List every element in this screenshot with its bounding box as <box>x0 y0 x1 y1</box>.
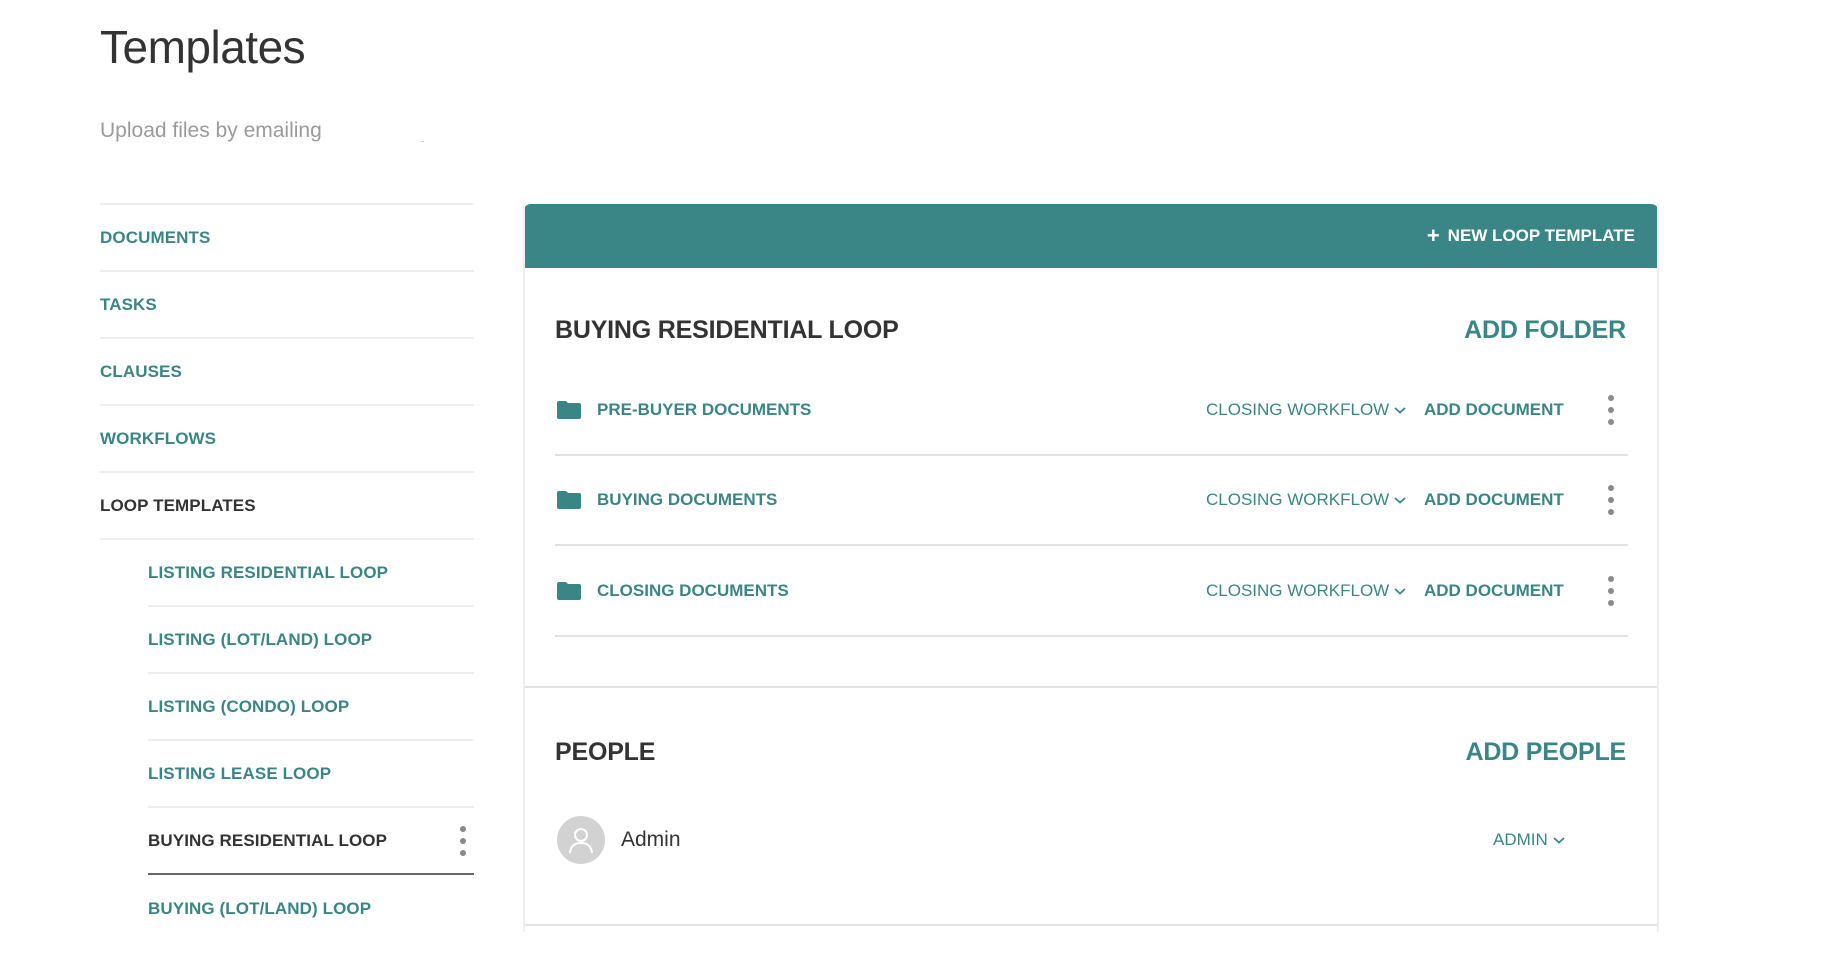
kebab-dot <box>1608 395 1614 401</box>
workflow-dropdown[interactable]: CLOSING WORKFLOW <box>1206 400 1407 420</box>
kebab-dot <box>460 849 466 856</box>
subtitle-email-remnant <box>421 141 424 142</box>
user-icon <box>569 828 593 854</box>
workflow-dropdown[interactable]: CLOSING WORKFLOW <box>1206 581 1407 601</box>
section-divider <box>525 686 1657 688</box>
folder-name[interactable]: PRE-BUYER DOCUMENTS <box>597 400 811 420</box>
people-title: PEOPLE <box>555 738 656 766</box>
section-divider <box>525 924 1657 926</box>
kebab-dot <box>1608 588 1614 594</box>
folder-icon <box>557 491 581 509</box>
folder-icon <box>557 582 581 600</box>
sidebar-item-label: LOOP TEMPLATES <box>100 495 256 515</box>
loop-template-label: LISTING LEASE LOOP <box>148 763 332 783</box>
role-dropdown[interactable]: ADMIN <box>1493 830 1566 850</box>
new-loop-template-button[interactable]: + NEW LOOP TEMPLATE <box>1427 204 1635 268</box>
avatar <box>557 816 605 864</box>
kebab-dot <box>1608 407 1614 413</box>
plus-icon: + <box>1426 223 1440 248</box>
add-document-button[interactable]: ADD DOCUMENT <box>1424 400 1564 420</box>
page-title: Templates <box>100 21 306 73</box>
workflow-value: CLOSING WORKFLOW <box>1206 400 1390 419</box>
loop-template-listing-lease[interactable]: LISTING LEASE LOOP <box>148 741 474 808</box>
kebab-dot <box>1608 419 1614 425</box>
kebab-dot <box>1608 485 1614 491</box>
loop-template-buying-residential[interactable]: BUYING RESIDENTIAL LOOP <box>148 808 474 875</box>
loop-template-listing-residential[interactable]: LISTING RESIDENTIAL LOOP <box>148 540 474 607</box>
folder-row: PRE-BUYER DOCUMENTS CLOSING WORKFLOW ADD… <box>555 366 1628 456</box>
person-row: Admin ADMIN <box>555 810 1628 870</box>
add-folder-button[interactable]: ADD FOLDER <box>1464 316 1626 345</box>
loop-title: BUYING RESIDENTIAL LOOP <box>555 316 899 344</box>
add-people-button[interactable]: ADD PEOPLE <box>1465 738 1626 767</box>
kebab-dot <box>1608 497 1614 503</box>
add-document-button[interactable]: ADD DOCUMENT <box>1424 490 1564 510</box>
page-subtitle: Upload files by emailing <box>100 119 322 142</box>
sidebar-item-tasks[interactable]: TASKS <box>100 272 474 339</box>
role-value: ADMIN <box>1493 830 1548 849</box>
sidebar-item-label: CLAUSES <box>100 361 182 381</box>
loop-template-listing-condo[interactable]: LISTING (CONDO) LOOP <box>148 674 474 741</box>
new-loop-template-label: NEW LOOP TEMPLATE <box>1447 226 1635 245</box>
person-name: Admin <box>621 828 681 851</box>
more-options-icon[interactable] <box>456 825 470 856</box>
chevron-down-icon <box>1394 497 1406 504</box>
sidebar-nav: DOCUMENTS TASKS CLAUSES WORKFLOWS LOOP T… <box>100 203 474 942</box>
sidebar-item-label: WORKFLOWS <box>100 428 217 448</box>
folder-row: BUYING DOCUMENTS CLOSING WORKFLOW ADD DO… <box>555 456 1628 546</box>
kebab-dot <box>460 825 466 832</box>
kebab-dot <box>1608 576 1614 582</box>
loop-template-label: BUYING RESIDENTIAL LOOP <box>148 830 388 850</box>
loop-template-label: LISTING (LOT/LAND) LOOP <box>148 629 373 649</box>
chevron-down-icon <box>1553 837 1565 844</box>
kebab-dot <box>1608 509 1614 515</box>
workflow-value: CLOSING WORKFLOW <box>1206 490 1390 509</box>
sidebar-item-loop-templates[interactable]: LOOP TEMPLATES <box>100 473 474 540</box>
workflow-value: CLOSING WORKFLOW <box>1206 581 1390 600</box>
more-options-icon[interactable] <box>1604 395 1618 425</box>
chevron-down-icon <box>1394 407 1406 414</box>
sidebar-item-label: DOCUMENTS <box>100 227 211 247</box>
more-options-icon[interactable] <box>1604 485 1618 515</box>
folder-name[interactable]: BUYING DOCUMENTS <box>597 490 777 510</box>
add-document-button[interactable]: ADD DOCUMENT <box>1424 581 1564 601</box>
sidebar-item-documents[interactable]: DOCUMENTS <box>100 205 474 272</box>
folder-row: CLOSING DOCUMENTS CLOSING WORKFLOW ADD D… <box>555 547 1628 637</box>
folder-icon <box>557 401 581 419</box>
sidebar-item-label: TASKS <box>100 294 157 314</box>
kebab-dot <box>1608 600 1614 606</box>
loop-template-label: LISTING (CONDO) LOOP <box>148 696 350 716</box>
sidebar-item-clauses[interactable]: CLAUSES <box>100 339 474 406</box>
loop-template-label: BUYING (LOT/LAND) LOOP <box>148 898 372 918</box>
kebab-dot <box>460 837 466 844</box>
loop-template-listing-lot-land[interactable]: LISTING (LOT/LAND) LOOP <box>148 607 474 674</box>
chevron-down-icon <box>1394 588 1406 595</box>
folder-name[interactable]: CLOSING DOCUMENTS <box>597 581 789 601</box>
loop-template-buying-lot-land[interactable]: BUYING (LOT/LAND) LOOP <box>148 875 474 942</box>
loop-template-panel: + NEW LOOP TEMPLATE BUYING RESIDENTIAL L… <box>523 204 1659 932</box>
workflow-dropdown[interactable]: CLOSING WORKFLOW <box>1206 490 1407 510</box>
panel-header: + NEW LOOP TEMPLATE <box>525 204 1657 268</box>
sidebar-item-workflows[interactable]: WORKFLOWS <box>100 406 474 473</box>
more-options-icon[interactable] <box>1604 576 1618 606</box>
loop-template-label: LISTING RESIDENTIAL LOOP <box>148 562 389 582</box>
